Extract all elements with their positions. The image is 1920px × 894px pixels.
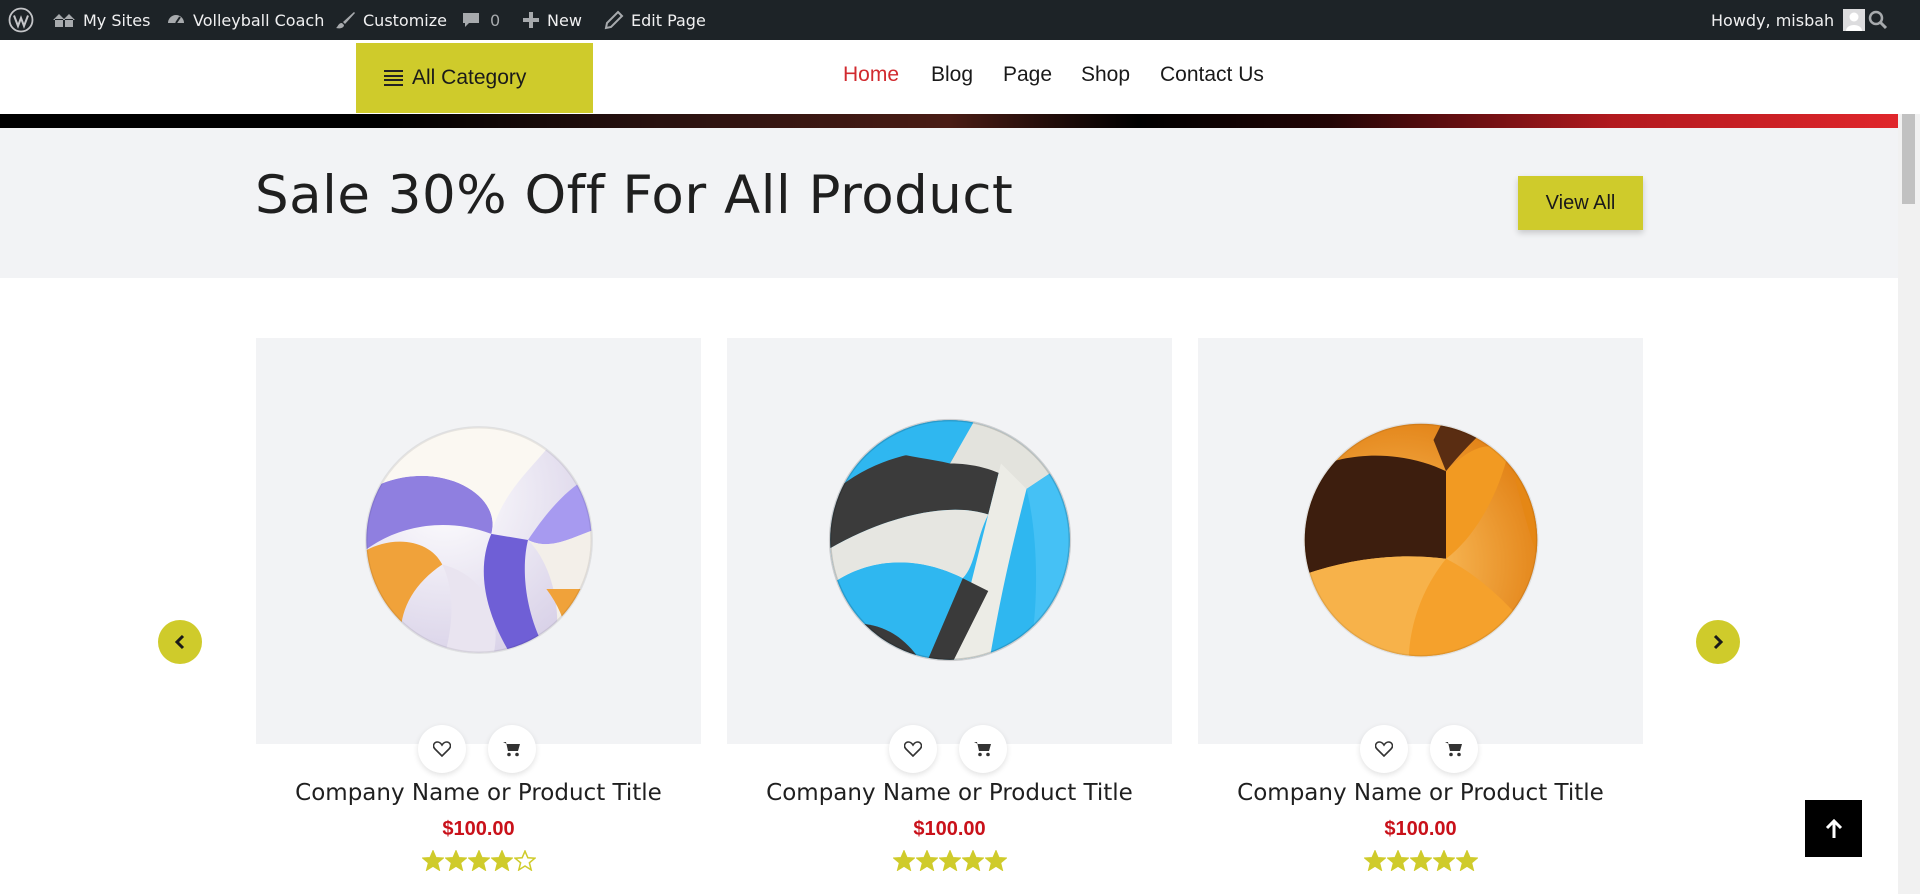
wishlist-button[interactable] [889, 725, 937, 773]
scrollbar-thumb[interactable] [1902, 114, 1915, 204]
all-category-label: All Category [412, 66, 527, 89]
avatar [1843, 9, 1866, 31]
cart-icon [974, 742, 991, 757]
product-rating [727, 850, 1172, 871]
my-account-menu[interactable]: Howdy, misbah [1711, 0, 1866, 40]
comments-link[interactable]: 0 [461, 0, 500, 40]
carousel-prev-button[interactable] [158, 620, 202, 664]
my-sites-menu[interactable]: My Sites [52, 0, 150, 40]
heart-icon [1375, 741, 1393, 757]
add-to-cart-button[interactable] [488, 725, 536, 773]
add-to-cart-button[interactable] [959, 725, 1007, 773]
site-name-label: Volleyball Coach [193, 10, 325, 30]
paintbrush-icon [336, 12, 355, 29]
wishlist-button[interactable] [1360, 725, 1408, 773]
pencil-icon [604, 10, 624, 30]
comments-count: 0 [490, 10, 501, 30]
product-image[interactable] [256, 338, 701, 744]
my-sites-label: My Sites [83, 10, 151, 30]
cart-icon [503, 742, 520, 757]
edit-page-label: Edit Page [631, 10, 706, 30]
arrow-up-icon [1825, 818, 1842, 838]
product-title[interactable]: Company Name or Product Title [256, 780, 701, 806]
site-name-menu[interactable]: Volleyball Coach [166, 0, 324, 40]
admin-bar: My Sites Volleyball Coach Customize 0 Ne… [0, 0, 1920, 40]
add-to-cart-button[interactable] [1430, 725, 1478, 773]
nav-home[interactable]: Home [843, 63, 899, 87]
star-filled-icon [938, 850, 961, 871]
comment-bubble-icon [463, 13, 479, 27]
star-filled-icon [467, 850, 490, 871]
wordpress-logo-icon[interactable] [8, 0, 34, 40]
all-category-button[interactable]: All Category [356, 43, 593, 113]
star-filled-icon [984, 850, 1007, 871]
my-sites-icon [53, 14, 75, 27]
star-filled-icon [1386, 850, 1409, 871]
product-image[interactable] [1198, 338, 1643, 744]
back-to-top-button[interactable] [1805, 800, 1862, 857]
sale-title: Sale 30% Off For All Product [255, 165, 1014, 226]
dashboard-icon [168, 15, 184, 24]
product-rating [256, 850, 701, 871]
nav-shop[interactable]: Shop [1081, 63, 1130, 87]
star-filled-icon [915, 850, 938, 871]
star-filled-icon [421, 850, 444, 871]
star-empty-icon [513, 850, 536, 871]
cart-icon [1445, 742, 1462, 757]
plus-icon [523, 12, 539, 28]
new-label: New [547, 10, 582, 30]
star-filled-icon [1363, 850, 1386, 871]
product-rating [1198, 850, 1643, 871]
wishlist-button[interactable] [418, 725, 466, 773]
star-filled-icon [490, 850, 513, 871]
product-price: $100.00 [442, 818, 515, 840]
chevron-left-icon [174, 634, 185, 650]
star-filled-icon [444, 850, 467, 871]
product-title[interactable]: Company Name or Product Title [1198, 780, 1643, 806]
product-price: $100.00 [913, 818, 986, 840]
customize-link[interactable]: Customize [334, 0, 447, 40]
hero-image-edge [0, 114, 1898, 128]
star-filled-icon [1455, 850, 1478, 871]
volleyball-orange-icon [1303, 422, 1538, 658]
view-all-button[interactable]: View All [1518, 176, 1643, 230]
new-content-menu[interactable]: New [522, 0, 582, 40]
edit-page-link[interactable]: Edit Page [604, 0, 706, 40]
star-filled-icon [1409, 850, 1432, 871]
heart-icon [433, 741, 451, 757]
nav-blog[interactable]: Blog [931, 63, 973, 87]
star-filled-icon [892, 850, 915, 871]
search-icon[interactable] [1868, 0, 1888, 40]
nav-page[interactable]: Page [1003, 63, 1052, 87]
carousel-next-button[interactable] [1696, 620, 1740, 664]
chevron-right-icon [1713, 634, 1724, 650]
heart-icon [904, 741, 922, 757]
star-filled-icon [1432, 850, 1455, 871]
volleyball-purple-icon [364, 426, 593, 654]
nav-contact-us[interactable]: Contact Us [1160, 63, 1264, 87]
product-image[interactable] [727, 338, 1172, 744]
customize-label: Customize [363, 10, 447, 30]
product-price: $100.00 [1384, 818, 1457, 840]
page-scrollbar[interactable] [1898, 114, 1920, 894]
star-filled-icon [961, 850, 984, 871]
volleyball-blue-icon [828, 418, 1071, 662]
howdy-label: Howdy, misbah [1711, 10, 1835, 30]
hamburger-icon [384, 70, 403, 86]
product-title[interactable]: Company Name or Product Title [727, 780, 1172, 806]
